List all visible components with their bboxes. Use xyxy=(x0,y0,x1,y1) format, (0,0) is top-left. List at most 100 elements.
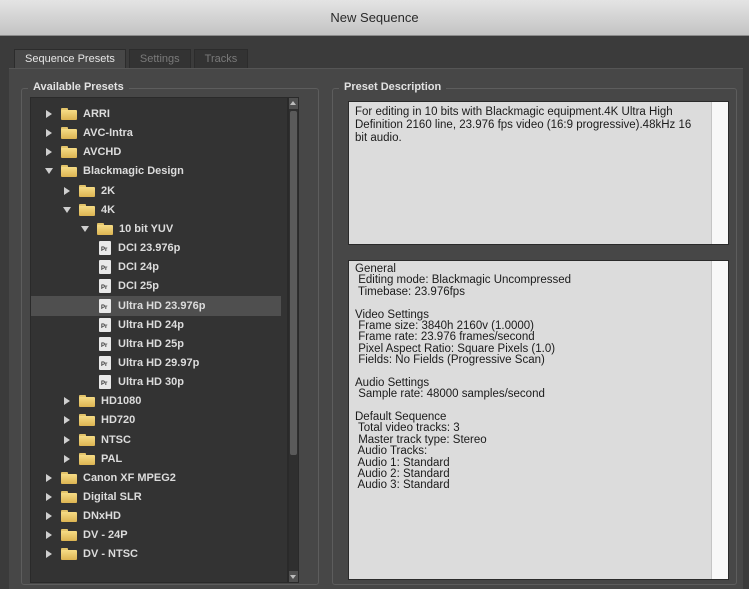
folder-icon xyxy=(61,548,77,561)
preset-file-icon: Pr xyxy=(99,279,111,294)
folder-icon xyxy=(79,414,95,427)
tree-folder[interactable]: 4K xyxy=(31,200,281,220)
folder-icon xyxy=(61,165,77,178)
tree-folder[interactable]: DNxHD xyxy=(31,506,281,526)
tree-folder[interactable]: Canon XF MPEG2 xyxy=(31,468,281,488)
details-line: Timebase: 23.976fps xyxy=(355,285,465,298)
tree-item-label: Ultra HD 23.976p xyxy=(118,299,206,312)
scroll-thumb[interactable] xyxy=(290,111,297,455)
tree-item-label: ARRI xyxy=(83,108,110,120)
tab-settings[interactable]: Settings xyxy=(128,49,191,68)
folder-icon xyxy=(79,184,95,197)
disclosure-open-icon[interactable] xyxy=(63,206,71,214)
tree-item-label: HD720 xyxy=(101,414,136,427)
folder-icon xyxy=(61,471,77,484)
details-scrollbar[interactable] xyxy=(711,261,728,579)
tree-item-label: Ultra HD 29.97p xyxy=(118,356,200,369)
disclosure-closed-icon[interactable] xyxy=(45,129,53,138)
tree-item-label: Digital SLR xyxy=(83,491,142,503)
tab-sequence-presets[interactable]: Sequence Presets xyxy=(14,49,126,68)
tree-folder[interactable]: AVC-Intra xyxy=(31,123,281,143)
tree-item-label: PAL xyxy=(101,452,123,465)
details-line: Sample rate: 48000 samples/second xyxy=(355,388,545,401)
preset-file-icon-text: Pr xyxy=(101,323,108,330)
tree-preset[interactable]: Pr Ultra HD 30p xyxy=(31,372,281,392)
disclosure-closed-icon[interactable] xyxy=(45,531,53,540)
disclosure-closed-icon[interactable] xyxy=(63,435,71,444)
tree-folder[interactable]: PAL xyxy=(31,449,281,469)
folder-icon xyxy=(79,433,95,446)
details-line: Fields: No Fields (Progressive Scan) xyxy=(355,354,545,367)
preset-file-icon-text: Pr xyxy=(101,285,108,292)
tree-folder[interactable]: DV - NTSC xyxy=(31,544,281,564)
disclosure-closed-icon[interactable] xyxy=(45,550,53,559)
disclosure-open-icon[interactable] xyxy=(81,225,89,233)
disclosure-closed-icon[interactable] xyxy=(63,186,71,195)
tree-preset[interactable]: Pr Ultra HD 29.97p xyxy=(31,353,281,373)
tree-preset[interactable]: Pr Ultra HD 24p xyxy=(31,315,281,335)
disclosure-closed-icon[interactable] xyxy=(45,148,53,157)
tree-folder[interactable]: DV - 24P xyxy=(31,525,281,545)
preset-file-icon-text: Pr xyxy=(101,361,108,368)
title-bar: New Sequence xyxy=(0,0,749,36)
tree-preset[interactable]: Pr DCI 23.976p xyxy=(31,238,281,258)
preset-file-icon-text: Pr xyxy=(101,381,108,388)
disclosure-closed-icon[interactable] xyxy=(63,416,71,425)
preset-details-box[interactable]: General Editing mode: Blackmagic Uncompr… xyxy=(348,260,729,580)
tree-preset[interactable]: Pr Ultra HD 25p xyxy=(31,334,281,354)
folder-icon xyxy=(61,529,77,542)
preset-file-icon: Pr xyxy=(99,317,111,332)
tree-item-label: Ultra HD 25p xyxy=(118,337,185,350)
tree-folder[interactable]: 10 bit YUV xyxy=(31,219,281,239)
disclosure-closed-icon[interactable] xyxy=(63,397,71,406)
presets-tree[interactable]: ARRI AVC-Intra AVCHD Blackmagic Design 2K 4K 1… xyxy=(30,97,288,583)
tab-tracks[interactable]: Tracks xyxy=(193,49,249,68)
description-scrollbar[interactable] xyxy=(711,102,728,244)
presets-scrollbar[interactable] xyxy=(288,97,299,583)
details-line xyxy=(355,298,706,309)
folder-icon xyxy=(61,510,77,523)
disclosure-open-icon[interactable] xyxy=(45,167,53,175)
tree-folder[interactable]: ARRI xyxy=(31,104,281,124)
scroll-down-button[interactable] xyxy=(289,571,298,582)
tree-item-label: NTSC xyxy=(101,433,131,446)
window-title: New Sequence xyxy=(330,10,419,25)
tree-folder[interactable]: NTSC xyxy=(31,430,281,450)
tree-item-label: Ultra HD 24p xyxy=(118,318,185,331)
preset-file-icon: Pr xyxy=(99,260,111,275)
tree-item-label: DNxHD xyxy=(83,510,121,523)
tree-preset[interactable]: Pr DCI 24p xyxy=(31,257,281,277)
disclosure-closed-icon[interactable] xyxy=(45,493,53,501)
preset-file-icon: Pr xyxy=(99,375,111,390)
preset-file-icon: Pr xyxy=(99,355,111,370)
preset-description-box[interactable]: For editing in 10 bits with Blackmagic e… xyxy=(348,101,729,245)
tree-folder[interactable]: HD720 xyxy=(31,410,281,430)
tree-folder[interactable]: HD1080 xyxy=(31,391,281,411)
folder-icon xyxy=(97,222,113,235)
tree-item-label: AVC-Intra xyxy=(83,127,133,140)
tree-folder[interactable]: AVCHD xyxy=(31,142,281,162)
scroll-up-button[interactable] xyxy=(289,98,298,109)
disclosure-closed-icon[interactable] xyxy=(45,512,53,521)
preset-description-label: Preset Description xyxy=(339,81,447,93)
tree-folder[interactable]: 2K xyxy=(31,181,281,201)
tree-item-label: DV - NTSC xyxy=(83,548,138,561)
available-presets-label: Available Presets xyxy=(28,81,129,93)
disclosure-closed-icon[interactable] xyxy=(45,110,53,118)
tree-preset[interactable]: Pr Ultra HD 23.976p xyxy=(31,295,281,316)
tab-strip: Sequence Presets Settings Tracks xyxy=(14,49,251,68)
folder-icon xyxy=(61,146,77,159)
preset-file-icon-text: Pr xyxy=(101,247,108,254)
disclosure-closed-icon[interactable] xyxy=(45,473,53,482)
tree-item-label: Ultra HD 30p xyxy=(118,376,185,389)
preset-file-icon-text: Pr xyxy=(101,304,108,311)
tree-item-label: Blackmagic Design xyxy=(83,165,184,178)
tree-folder[interactable]: Digital SLR xyxy=(31,487,281,507)
tree-folder[interactable]: Blackmagic Design xyxy=(31,161,281,181)
disclosure-closed-icon[interactable] xyxy=(63,454,71,463)
tree-item-label: Canon XF MPEG2 xyxy=(83,471,176,484)
folder-icon xyxy=(61,491,77,503)
tree-item-label: 4K xyxy=(101,203,116,216)
preset-file-icon-text: Pr xyxy=(101,266,108,273)
tree-preset[interactable]: Pr DCI 25p xyxy=(31,276,281,296)
